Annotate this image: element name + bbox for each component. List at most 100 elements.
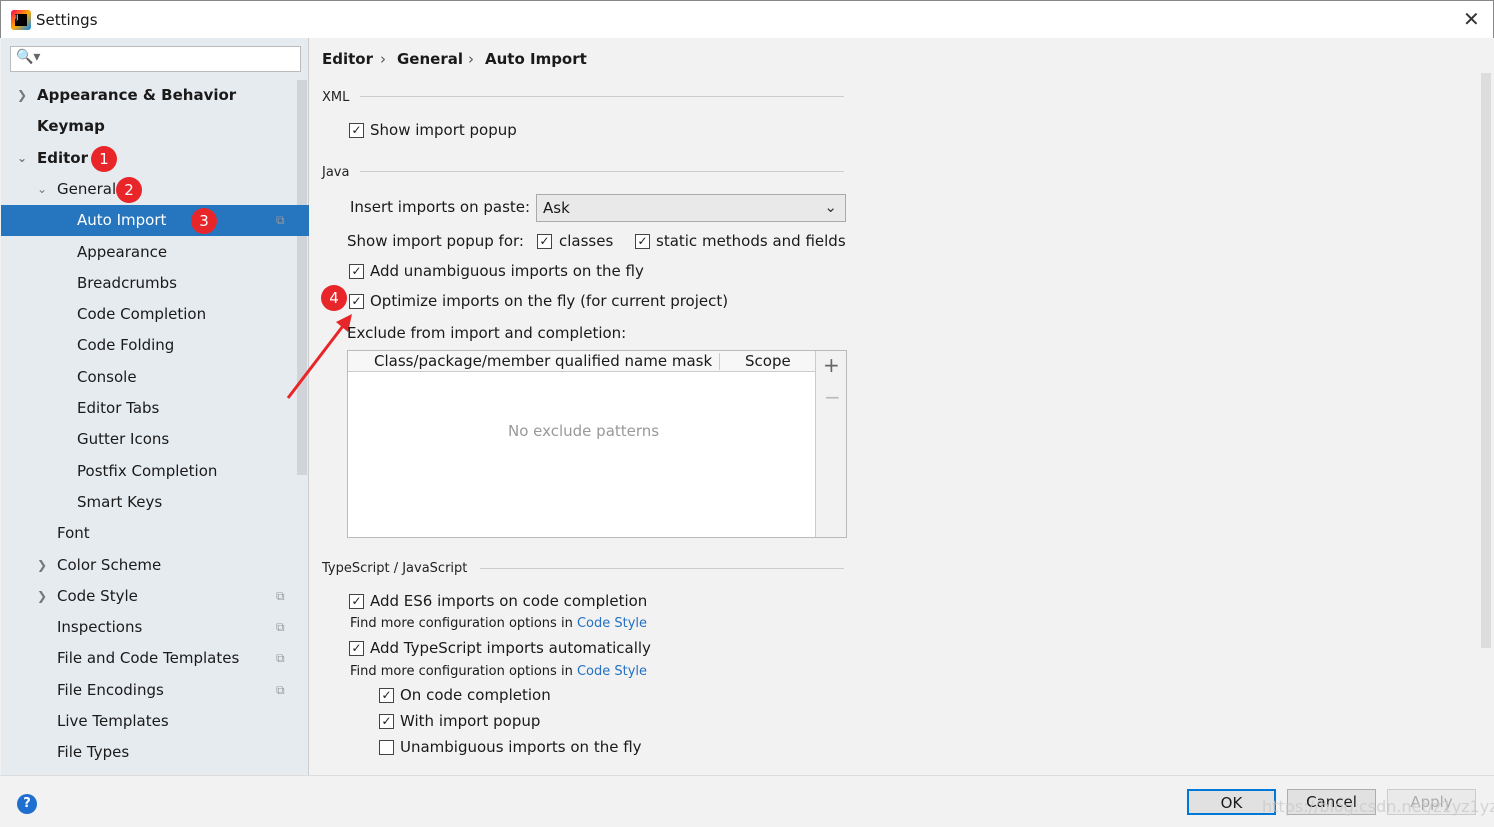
insert-imports-label: Insert imports on paste: (350, 198, 531, 216)
sidebar-item-label: Appearance (77, 242, 168, 261)
sidebar-item-label: Console (77, 367, 137, 386)
static-methods-label: static methods and fields (656, 232, 846, 250)
sidebar-item-label: Font (57, 524, 90, 543)
insert-imports-select[interactable]: Ask ⌄ (536, 194, 846, 222)
es6-imports-checkbox[interactable]: ✓ (349, 594, 364, 609)
search-icon: 🔍▾ (16, 49, 41, 65)
annotation-badge: 2 (116, 176, 142, 203)
sidebar-item-label: Appearance & Behavior (37, 86, 237, 104)
sidebar-item[interactable]: Code Folding (1, 330, 309, 361)
sidebar-item[interactable]: File Types (1, 737, 309, 768)
classes-label: classes (559, 232, 614, 250)
sidebar-item-label: Breadcrumbs (77, 273, 177, 292)
sidebar-item-label: Inspections (57, 618, 143, 637)
sidebar-item[interactable]: Gutter Icons (1, 424, 309, 455)
sidebar-item[interactable]: Keymap (1, 111, 309, 142)
sidebar-item[interactable]: Code Completion (1, 299, 309, 330)
classes-checkbox[interactable]: ✓ (537, 234, 552, 249)
sidebar-item[interactable]: Auto Import ⧉ 3 (1, 205, 309, 237)
sidebar-item[interactable]: File Encodings ⧉ (1, 675, 309, 706)
sidebar-item-label: Code Style (57, 586, 138, 605)
sidebar-item-label: Color Scheme (57, 555, 162, 574)
popup-for-label: Show import popup for: (347, 232, 524, 250)
help-icon[interactable]: ? (17, 794, 37, 814)
sidebar-item[interactable]: Inspections ⧉ (1, 612, 309, 643)
find-more-text: Find more configuration options in (350, 616, 573, 631)
sidebar-item-label: General (57, 179, 117, 198)
code-style-link-2[interactable]: Code Style (577, 664, 647, 679)
sidebar-item-label: Postfix Completion (77, 461, 218, 480)
project-scope-icon: ⧉ (276, 213, 285, 228)
breadcrumb-general[interactable]: General (397, 50, 463, 68)
breadcrumb-auto-import: Auto Import (485, 50, 587, 68)
static-methods-checkbox[interactable]: ✓ (635, 234, 650, 249)
sidebar-item[interactable]: ⌄ Editor 1 (1, 143, 309, 174)
chevron-right-icon[interactable]: ❯ (37, 581, 47, 612)
optimize-imports-checkbox[interactable]: ✓ (349, 294, 364, 309)
sidebar-item-label: Keymap (37, 117, 105, 136)
chevron-down-icon[interactable]: ⌄ (17, 143, 27, 174)
sidebar-item[interactable]: Smart Keys (1, 487, 309, 518)
sidebar-item-label: Live Templates (57, 712, 169, 730)
show-import-popup-label: Show import popup (370, 121, 517, 139)
sidebar-item[interactable]: Editor Tabs (1, 393, 309, 424)
sidebar-item[interactable]: Postfix Completion (1, 456, 309, 487)
sidebar-item[interactable]: File and Code Templates ⧉ (1, 643, 309, 674)
content-scrollbar[interactable] (1481, 73, 1491, 648)
sidebar-item-label: File and Code Templates (57, 649, 240, 668)
remove-icon[interactable]: − (824, 385, 841, 409)
sidebar-item[interactable]: Live Templates (1, 706, 309, 737)
search-input[interactable]: 🔍▾ (10, 46, 301, 72)
close-icon[interactable]: ✕ (1463, 7, 1480, 31)
find-more-text: Find more configuration options in (350, 664, 573, 679)
sidebar-item[interactable]: Console (1, 362, 309, 393)
column-scope[interactable]: Scope (745, 352, 791, 370)
project-scope-icon: ⧉ (276, 651, 285, 666)
sidebar-item-label: Auto Import (77, 211, 167, 230)
unambiguous-ts-label: Unambiguous imports on the fly (400, 738, 642, 756)
intellij-logo-icon: IJ (11, 10, 31, 30)
chevron-down-icon[interactable]: ⌄ (37, 174, 47, 205)
sidebar-item-label: Code Folding (77, 336, 175, 355)
sidebar-item[interactable]: ⌄ General 2 (1, 174, 309, 205)
section-typescript: TypeScript / JavaScript (322, 561, 468, 576)
sidebar-item[interactable]: ❯ Color Scheme (1, 550, 309, 581)
unambiguous-checkbox[interactable]: ✓ (349, 264, 364, 279)
watermark: https://blog.csdn.net/z1yz1yz1y (1262, 797, 1494, 816)
show-import-popup-checkbox[interactable]: ✓ (349, 123, 364, 138)
code-style-link-1[interactable]: Code Style (577, 616, 647, 631)
dialog-footer: ? OK Cancel Apply https://blog.csdn.net/… (0, 775, 1494, 827)
sidebar-item[interactable]: Appearance (1, 237, 309, 268)
chevron-right-icon[interactable]: ❯ (37, 550, 47, 581)
project-scope-icon: ⧉ (276, 682, 285, 697)
sidebar-item-label: Smart Keys (77, 492, 163, 511)
table-header: Class/package/member qualified name mask… (348, 351, 815, 372)
annotation-badge: 1 (91, 145, 117, 172)
sidebar-item[interactable]: Breadcrumbs (1, 268, 309, 299)
sidebar-item[interactable]: Font (1, 518, 309, 549)
sidebar-item-label: Editor (37, 148, 88, 167)
settings-sidebar: 🔍▾ ❯ Appearance & Behavior Keymap ⌄ Editor 1 ⌄… (1, 38, 309, 775)
project-scope-icon: ⧉ (276, 620, 285, 635)
annotation-badge: 3 (191, 208, 217, 235)
section-java: Java (322, 165, 350, 180)
typescript-auto-checkbox[interactable]: ✓ (349, 641, 364, 656)
sidebar-item-label: Code Completion (77, 305, 207, 324)
window-title: Settings (36, 11, 98, 29)
add-icon[interactable]: + (823, 353, 840, 377)
with-import-popup-checkbox[interactable]: ✓ (379, 714, 394, 729)
sidebar-item[interactable]: ❯ Appearance & Behavior (1, 80, 309, 111)
column-mask[interactable]: Class/package/member qualified name mask (374, 352, 712, 370)
unambiguous-label: Add unambiguous imports on the fly (370, 262, 644, 280)
sidebar-item-label: File Encodings (57, 680, 164, 699)
chevron-right-icon[interactable]: ❯ (17, 80, 27, 111)
section-xml: XML (322, 90, 350, 105)
sidebar-item-label: Editor Tabs (77, 399, 160, 417)
on-code-completion-checkbox[interactable]: ✓ (379, 688, 394, 703)
exclude-table[interactable]: Class/package/member qualified name mask… (347, 350, 847, 538)
breadcrumb-editor[interactable]: Editor (322, 50, 373, 68)
sidebar-item-label: Gutter Icons (77, 430, 170, 449)
unambiguous-ts-checkbox[interactable] (379, 740, 394, 755)
chevron-down-icon: ⌄ (824, 198, 837, 216)
sidebar-item[interactable]: ❯ Code Style ⧉ (1, 581, 309, 612)
